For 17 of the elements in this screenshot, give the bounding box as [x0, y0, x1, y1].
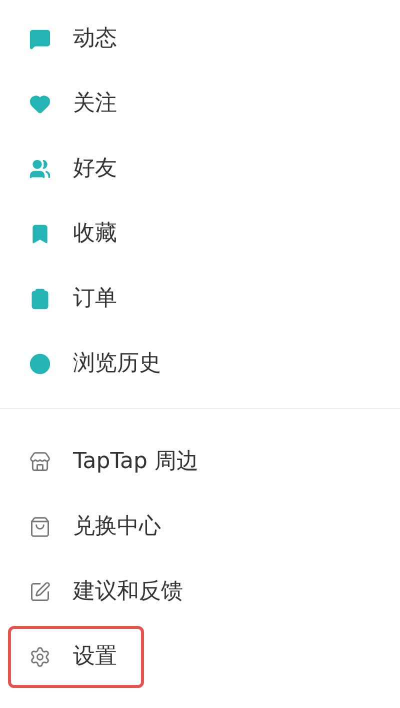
store-icon — [29, 450, 51, 472]
menu-item[interactable]: 动态 — [8, 8, 144, 70]
menu-item[interactable]: 订单 — [8, 268, 144, 330]
menu-item[interactable]: 好友 — [8, 138, 144, 200]
settings-icon — [29, 646, 51, 668]
menu-item[interactable]: 浏览历史 — [8, 332, 188, 394]
users-icon — [29, 158, 51, 180]
menu-item[interactable]: 设置 — [8, 626, 144, 688]
edit-icon — [29, 580, 51, 602]
menu-item[interactable]: 收藏 — [8, 202, 144, 264]
menu-item[interactable]: 建议和反馈 — [8, 560, 210, 622]
menu-item[interactable]: 关注 — [8, 72, 144, 134]
heart-icon — [29, 92, 51, 114]
menu-item[interactable]: TapTap 周边 — [8, 430, 226, 492]
bag-icon — [29, 516, 51, 538]
message-icon — [29, 28, 51, 50]
menu-item[interactable]: 兑换中心 — [8, 496, 188, 558]
